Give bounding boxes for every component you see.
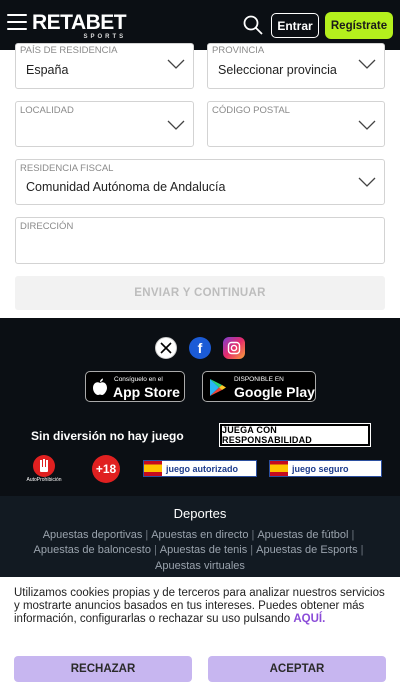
link-apuestas-virtuales[interactable]: Apuestas virtuales <box>155 560 245 572</box>
google-play-small: DISPONIBLE EN <box>234 376 284 383</box>
province-label: PROVINCIA <box>212 45 265 56</box>
address-label: DIRECCIÓN <box>20 221 74 232</box>
separator: | <box>153 544 157 556</box>
link-apuestas-directo[interactable]: Apuestas en directo <box>151 529 248 541</box>
link-apuestas-baloncesto[interactable]: Apuestas de baloncesto <box>34 544 151 556</box>
chevron-down-icon <box>358 177 376 187</box>
app-store-badge[interactable]: Consíguelo en el App Store <box>85 371 185 402</box>
no-fun-slogan: Sin diversión no hay juego <box>31 429 184 443</box>
google-play-big: Google Play <box>234 384 315 400</box>
autoprohibicion-text: AutoProhibición <box>26 477 62 483</box>
app-store-small: Consíguelo en el <box>114 376 163 383</box>
country-value: España <box>26 63 69 77</box>
province-value: Seleccionar provincia <box>218 63 337 77</box>
chevron-down-icon <box>167 59 185 69</box>
fiscal-residence-label: RESIDENCIA FISCAL <box>20 163 114 174</box>
link-apuestas-deportivas[interactable]: Apuestas deportivas <box>43 529 143 541</box>
address-input[interactable]: DIRECCIÓN <box>15 217 385 264</box>
sports-links-row-3: Apuestas virtuales <box>0 560 400 572</box>
google-play-icon <box>210 379 226 396</box>
autoprohibicion-logo[interactable]: AutoProhibición <box>24 455 64 483</box>
separator: | <box>250 544 254 556</box>
google-play-badge[interactable]: DISPONIBLE EN Google Play <box>202 371 316 402</box>
separator: | <box>251 529 255 541</box>
plus-18-badge: +18 <box>92 455 120 483</box>
postal-code-label: CÓDIGO POSTAL <box>212 105 290 116</box>
fiscal-residence-select[interactable]: RESIDENCIA FISCAL Comunidad Autónoma de … <box>15 159 385 205</box>
juego-seguro-text: juego seguro <box>292 463 349 474</box>
juego-autorizado-text: juego autorizado <box>166 463 238 474</box>
brand-logo[interactable]: RETABET SPORTS <box>32 11 127 40</box>
cookie-message: Utilizamos cookies propias y de terceros… <box>14 587 385 625</box>
spain-flag-icon <box>144 461 162 476</box>
apple-icon <box>93 378 107 395</box>
spain-flag-icon <box>270 461 288 476</box>
cookie-settings-link[interactable]: AQUÍ. <box>293 613 325 625</box>
juego-seguro-logo[interactable]: juego seguro <box>269 460 382 477</box>
register-button[interactable]: Regístrate <box>325 12 393 39</box>
postal-code-select[interactable]: CÓDIGO POSTAL <box>207 101 385 147</box>
province-select[interactable]: PROVINCIA Seleccionar provincia <box>207 43 385 89</box>
link-apuestas-futbol[interactable]: Apuestas de fútbol <box>257 529 348 541</box>
chevron-down-icon <box>167 120 185 130</box>
sports-links-row-2: Apuestas de baloncesto | Apuestas de tenis… <box>0 544 400 556</box>
link-apuestas-esports[interactable]: Apuestas de Esports <box>256 544 358 556</box>
fiscal-residence-value: Comunidad Autónoma de Andalucía <box>26 180 226 194</box>
menu-icon[interactable] <box>7 14 27 32</box>
responsible-gambling-badge[interactable]: JUEGA CON RESPONSABILIDAD <box>219 423 371 447</box>
logo-text: RETABET <box>32 11 127 34</box>
facebook-icon[interactable]: f <box>189 337 211 359</box>
juego-autorizado-logo[interactable]: juego autorizado <box>143 460 257 477</box>
locality-label: LOCALIDAD <box>20 105 74 116</box>
accept-cookies-button[interactable]: ACEPTAR <box>208 656 386 682</box>
submit-button[interactable]: ENVIAR Y CONTINUAR <box>15 276 385 310</box>
country-select[interactable]: PAÍS DE RESIDENCIA España <box>15 43 194 89</box>
reject-cookies-button[interactable]: RECHAZAR <box>14 656 192 682</box>
x-icon[interactable] <box>155 337 177 359</box>
chevron-down-icon <box>358 59 376 69</box>
instagram-icon[interactable] <box>223 337 245 359</box>
cookie-text: Utilizamos cookies propias y de terceros… <box>14 587 386 626</box>
hand-icon <box>33 455 55 477</box>
sports-section-title: Deportes <box>173 506 227 521</box>
search-icon[interactable] <box>243 15 263 35</box>
chevron-down-icon <box>358 120 376 130</box>
sports-links-row-1: Apuestas deportivas | Apuestas en directo |… <box>0 529 400 541</box>
app-store-big: App Store <box>113 384 180 400</box>
separator: | <box>145 529 149 541</box>
separator: | <box>360 544 364 556</box>
logo-subtext: SPORTS <box>83 34 127 40</box>
country-label: PAÍS DE RESIDENCIA <box>20 45 118 56</box>
separator: | <box>351 529 355 541</box>
link-apuestas-tenis[interactable]: Apuestas de tenis <box>160 544 247 556</box>
locality-select[interactable]: LOCALIDAD <box>15 101 194 147</box>
login-button[interactable]: Entrar <box>271 13 319 38</box>
